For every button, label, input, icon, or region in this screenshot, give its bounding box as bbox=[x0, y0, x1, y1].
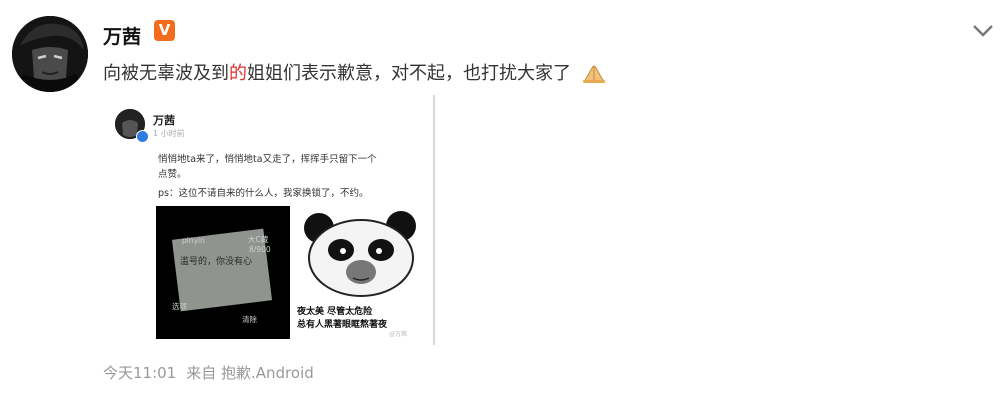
watermark: @万茜 bbox=[389, 331, 408, 338]
post-source: 来自 抱歉.Android bbox=[186, 364, 314, 382]
panel-clear: 清除 bbox=[242, 315, 257, 324]
folded-hands-emoji-icon bbox=[582, 65, 605, 83]
avatar[interactable] bbox=[12, 16, 88, 92]
verified-icon: V bbox=[154, 20, 175, 41]
meme-caption-1: 夜太美 尽管太危险 bbox=[297, 307, 373, 317]
panel-counter: 8/900 bbox=[249, 245, 271, 254]
panel-options: 选项 bbox=[172, 302, 187, 311]
panda-face-icon bbox=[304, 211, 416, 297]
embedded-author: 万茜 bbox=[153, 114, 175, 127]
panel-corner: 大C藏 bbox=[248, 235, 269, 244]
meme-caption-2: 总有人黑著眼眶熬著夜 bbox=[297, 320, 388, 330]
post-text-part1: 向被无辜波及到 bbox=[103, 63, 229, 84]
post-meta: 今天11:01 来自 抱歉.Android bbox=[103, 362, 324, 383]
post-timestamp[interactable]: 今天11:01 bbox=[103, 364, 176, 382]
embedded-screenshot-image[interactable]: 万茜 1 小时前 悄悄地ta来了，悄悄地ta又走了，挥挥手只留下一个 点赞。 p… bbox=[103, 95, 437, 345]
chevron-down-icon[interactable] bbox=[972, 24, 994, 38]
panel-message: 滥号的，你没有心 bbox=[180, 257, 253, 267]
weibo-post-card: 万茜 V 向被无辜波及到的姐姐们表示歉意，对不起，也打扰大家了 万茜 1 小时前… bbox=[0, 0, 1007, 403]
author-name[interactable]: 万茜 bbox=[103, 22, 141, 49]
embedded-verified-icon bbox=[136, 130, 149, 143]
embedded-line-1: 悄悄地ta来了，悄悄地ta又走了，挥挥手只留下一个 bbox=[158, 154, 377, 165]
image-border bbox=[433, 95, 435, 345]
post-text-part2: 姐姐们表示歉意，对不起，也打扰大家了 bbox=[247, 63, 571, 84]
phone-screenshot-panel: pinyin 大C藏 8/900 滥号的，你没有心 选项 清除 bbox=[156, 206, 290, 339]
embedded-line-2: 点赞。 bbox=[158, 169, 187, 180]
panel-brand: pinyin bbox=[182, 236, 205, 245]
embedded-line-3: ps：这位不请自来的什么人，我家换锁了，不约。 bbox=[158, 188, 369, 199]
post-text-highlight: 的 bbox=[229, 63, 247, 84]
post-text: 向被无辜波及到的姐姐们表示歉意，对不起，也打扰大家了 bbox=[103, 59, 607, 85]
embedded-time: 1 小时前 bbox=[153, 129, 185, 138]
panda-meme-panel: 夜太美 尽管太危险 总有人黑著眼眶熬著夜 @万茜 bbox=[291, 206, 430, 339]
